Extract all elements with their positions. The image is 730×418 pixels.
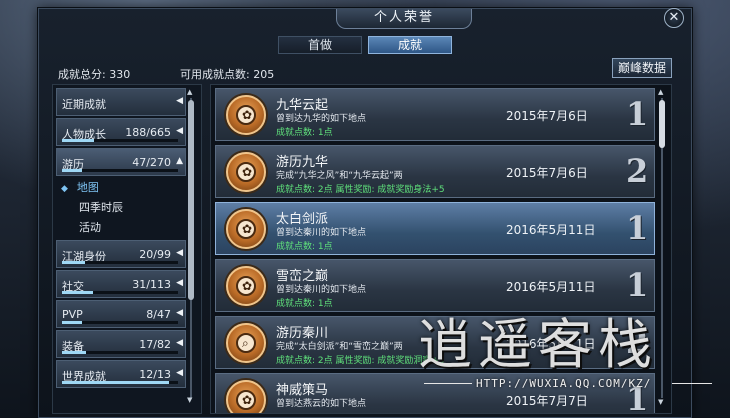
progress-fill	[62, 169, 82, 172]
sidebar-item-equipment[interactable]: 装备 17/82 ◀	[56, 330, 186, 358]
sidebar-scrollbar[interactable]: ▲ ▼	[187, 88, 194, 406]
scroll-down-icon[interactable]: ▼	[187, 396, 192, 404]
progress-fill	[62, 321, 82, 324]
achievement-points: 成就点数: 1点	[276, 128, 333, 138]
sidebar-item-count: 17/82	[139, 338, 171, 351]
arrow-left-icon: ◀	[176, 308, 183, 318]
tab-first-clear[interactable]: 首做	[278, 36, 362, 54]
scroll-up-icon[interactable]: ▲	[658, 88, 663, 96]
sidebar-subitem-events[interactable]: 活动	[53, 218, 201, 238]
total-score-value: 330	[109, 68, 131, 81]
tab-achievements[interactable]: 成就	[368, 36, 452, 54]
list-item[interactable]: ✿ 游历九华 完成“九华之风”和“九华云起”两 成就点数: 2点 属性奖励: 成…	[215, 145, 655, 198]
sidebar-item-label: PVP	[62, 308, 83, 321]
sidebar-subitem-seasons[interactable]: 四季时辰	[53, 198, 201, 218]
arrow-left-icon: ◀	[176, 126, 183, 136]
arrow-left-icon: ◀	[176, 248, 183, 258]
progress-bar	[62, 291, 178, 294]
sidebar-item-growth[interactable]: 人物成长 188/665 ◀	[56, 118, 186, 146]
sidebar-item-count: 8/47	[146, 308, 171, 321]
achievement-badge-icon: ✿	[226, 209, 266, 249]
arrow-left-icon: ◀	[176, 96, 183, 106]
sidebar-item-travel[interactable]: 游历 47/270 ▲	[56, 148, 186, 176]
window-title: 个人荣誉	[336, 9, 472, 29]
arrow-up-icon: ▲	[176, 156, 183, 166]
total-score-label: 成就总分:	[58, 68, 106, 81]
achievement-rank: 2	[626, 152, 649, 190]
diamond-icon: ◆	[61, 184, 68, 194]
progress-bar	[62, 169, 178, 172]
sidebar-item-count: 31/113	[132, 278, 171, 291]
achievement-rank: 1	[626, 95, 649, 133]
progress-bar	[62, 139, 178, 142]
progress-bar	[62, 261, 178, 264]
achievement-badge-icon: ✿	[226, 380, 266, 413]
arrow-left-icon: ◀	[176, 278, 183, 288]
total-score: 成就总分: 330	[58, 66, 130, 82]
progress-fill	[62, 351, 87, 354]
achievement-desc: 完成“太白剑派”和“雪峦之巅”两	[276, 342, 403, 352]
achievement-desc: 曾到达秦川的如下地点	[276, 228, 367, 238]
tab-bar: 首做 成就	[278, 36, 452, 54]
subitem-label: 地图	[76, 181, 99, 194]
sidebar-item-label: 近期成就	[62, 98, 106, 111]
achievement-date: 2015年7月6日	[506, 109, 588, 123]
list-item[interactable]: ✿ 太白剑派 曾到达秦川的如下地点 成就点数: 1点 2016年5月11日 1	[215, 202, 655, 255]
available-points-value: 205	[253, 68, 275, 81]
scroll-down-icon[interactable]: ▼	[658, 398, 663, 406]
achievement-badge-icon: ✿	[226, 266, 266, 306]
scroll-thumb[interactable]	[188, 100, 194, 300]
achievement-date: 2016年5月11日	[506, 280, 596, 294]
achievement-desc: 曾到达九华的如下地点	[276, 114, 367, 124]
achievement-desc: 完成“九华之风”和“九华云起”两	[276, 171, 403, 181]
achievement-desc: 曾到达秦川的如下地点	[276, 285, 367, 295]
achievement-badge-icon: ✿	[226, 95, 266, 135]
sidebar-item-social[interactable]: 社交 31/113 ◀	[56, 270, 186, 298]
sidebar-subitem-map[interactable]: ◆ 地图	[53, 178, 201, 198]
progress-fill	[62, 261, 86, 264]
available-points-label: 可用成就点数:	[180, 68, 250, 81]
arrow-left-icon: ◀	[176, 338, 183, 348]
scroll-up-icon[interactable]: ▲	[187, 88, 192, 96]
watermark-url: HTTP://WUXIA.QQ.COM/KZ/	[476, 377, 652, 390]
sidebar-item-world[interactable]: 世界成就 12/13 ◀	[56, 360, 186, 388]
close-icon[interactable]: ✕	[664, 8, 684, 28]
progress-fill	[62, 291, 94, 294]
achievement-rank: 1	[626, 209, 649, 247]
progress-fill	[62, 381, 169, 384]
arrow-left-icon: ◀	[176, 368, 183, 378]
sidebar-item-count: 47/270	[132, 156, 171, 169]
peak-data-button[interactable]: 巅峰数据	[612, 58, 672, 78]
watermark-text: 逍遥客栈	[418, 313, 658, 376]
achievement-badge-icon: ✿	[226, 152, 266, 192]
progress-fill	[62, 139, 95, 142]
achievement-rank: 1	[626, 266, 649, 304]
sidebar-item-pvp[interactable]: PVP 8/47 ◀	[56, 300, 186, 328]
progress-bar	[62, 381, 178, 384]
achievement-badge-icon: ⌕	[226, 323, 266, 363]
sidebar-item-identity[interactable]: 江湖身份 20/99 ◀	[56, 240, 186, 268]
available-points: 可用成就点数: 205	[180, 66, 274, 82]
sidebar-item-count: 12/13	[139, 368, 171, 381]
watermark-logo: 逍遥客栈	[418, 300, 658, 379]
achievement-date: 2015年7月7日	[506, 394, 588, 408]
list-scrollbar[interactable]: ▲ ▼	[658, 88, 666, 408]
sidebar-item-count: 20/99	[139, 248, 171, 261]
achievement-desc: 曾到达燕云的如下地点	[276, 399, 367, 409]
sidebar-item-count: 188/665	[125, 126, 171, 139]
achievement-points: 成就点数: 1点	[276, 299, 333, 309]
achievement-points: 成就点数: 1点	[276, 242, 333, 252]
achievement-date: 2015年7月6日	[506, 166, 588, 180]
progress-bar	[62, 351, 178, 354]
achievement-date: 2016年5月11日	[506, 223, 596, 237]
scroll-thumb[interactable]	[659, 100, 665, 148]
list-item[interactable]: ✿ 九华云起 曾到达九华的如下地点 成就点数: 1点 2015年7月6日 1	[215, 88, 655, 141]
watermark-divider	[672, 383, 712, 384]
progress-bar	[62, 321, 178, 324]
achievement-points: 成就点数: 2点 属性奖励: 成就奖励身法+5	[276, 185, 445, 195]
watermark-divider	[424, 383, 472, 384]
sidebar-item-recent[interactable]: 近期成就 ◀	[56, 88, 186, 116]
category-sidebar: 近期成就 ◀ 人物成长 188/665 ◀ 游历 47/270 ▲ ◆ 地图 四季…	[52, 84, 202, 414]
